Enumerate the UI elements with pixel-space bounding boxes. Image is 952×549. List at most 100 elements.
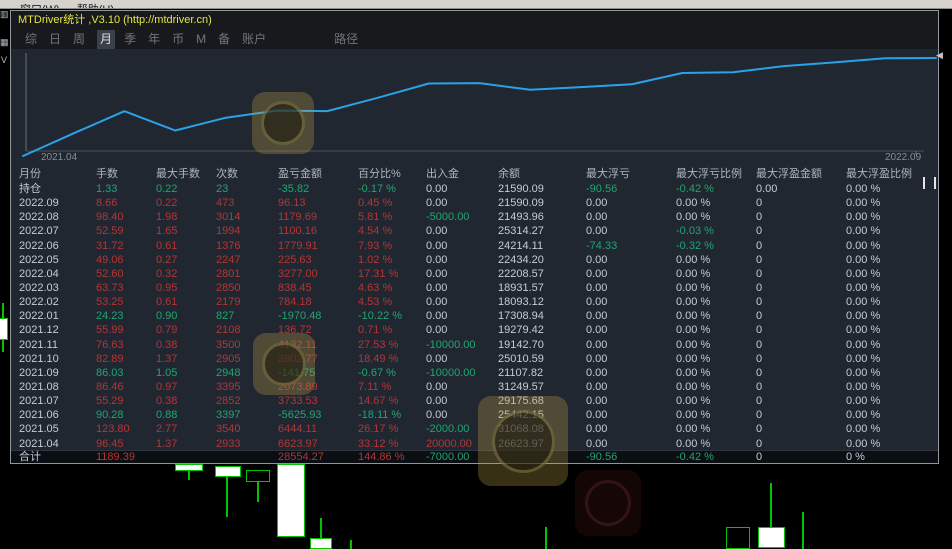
toolbar-item-备[interactable]: 备: [218, 30, 230, 49]
table-cell: 33.12 %: [358, 437, 399, 450]
table-cell: 0.95: [156, 281, 178, 294]
table-cell: -90.56: [586, 451, 618, 463]
table-cell: 2179: [216, 296, 241, 309]
table-row[interactable]: 2021.09 86.03 1.05 2948 -141.75 -0.67 % -10000…: [11, 366, 938, 380]
menu-item-help[interactable]: 帮助(H): [77, 3, 114, 8]
table-cell: 2801: [216, 267, 241, 280]
table-cell: 25314.27: [498, 225, 544, 238]
toolbar-item-月[interactable]: 月: [97, 30, 116, 49]
table-cell: 31068.08: [498, 423, 544, 436]
menubar: 窗口(W) 帮助(H): [0, 0, 952, 9]
table-row[interactable]: 2022.08 98.40 1.98 3014 1179.69 5.81 % -5000.0…: [11, 210, 938, 224]
table-cell: 1.05: [156, 366, 178, 379]
table-row[interactable]: 2022.07 52.59 1.65 1994 1100.16 4.54 % 0.00 253…: [11, 224, 938, 238]
table-row[interactable]: 2021.11 76.63 0.38 3500 4132.11 27.53 % -10000…: [11, 338, 938, 352]
table-cell: 0.00: [426, 267, 448, 280]
table-cell: 0.00: [586, 211, 608, 224]
table-cell: 0.00: [586, 395, 608, 408]
column-header: 余额: [498, 168, 520, 180]
table-cell: 0: [756, 324, 763, 337]
table-cell: 96.45: [96, 437, 124, 450]
table-row[interactable]: 2022.01 24.23 0.90 827 -1970.48 -10.22 % 0.00 1…: [11, 309, 938, 323]
table-cell: 7.93 %: [358, 239, 393, 252]
table-cell: 0: [756, 197, 763, 210]
table-row[interactable]: 2021.06 90.28 0.88 3397 -5625.93 -18.11 % 0.00…: [11, 408, 938, 422]
toolbar-item-综[interactable]: 综: [25, 30, 37, 49]
table-row[interactable]: 2021.04 96.45 1.37 2933 6623.97 33.12 % 20000.…: [11, 437, 938, 451]
table-row[interactable]: 2022.05 49.06 0.27 2247 225.63 1.02 % 0.00 2243…: [11, 253, 938, 267]
table-cell: 0.00: [426, 395, 448, 408]
table-cell: 55.99: [96, 324, 124, 337]
table-cell: 0: [756, 296, 763, 309]
toolbar-item-季[interactable]: 季: [124, 30, 136, 49]
table-cell: 19142.70: [498, 338, 544, 351]
table-cell: 0.00: [426, 281, 448, 294]
screen: 窗口(W) 帮助(H) ▥ ▦ V MTDriver统计 ,V3.10 (http:/…: [0, 0, 952, 549]
table-row[interactable]: 2021.10 82.89 1.37 2905 3902.77 18.49 % 0.00 25…: [11, 352, 938, 366]
table-cell: 0.00 %: [846, 239, 881, 252]
table-cell: 3277.00: [278, 267, 318, 280]
table-cell: 0.00: [586, 281, 608, 294]
table-row[interactable]: 2021.07 55.29 0.38 2852 3733.53 14.67 % 0.00 29…: [11, 394, 938, 408]
table-row[interactable]: 持仓 1.33 0.22 23 -35.82 -0.17 % 0.00 21590.09 -90…: [11, 182, 938, 196]
table-cell: 27.53 %: [358, 338, 399, 351]
table-cell: -2000.00: [426, 423, 470, 436]
table-cell: 21590.09: [498, 197, 544, 210]
table-row[interactable]: 2022.06 31.72 0.61 1376 1779.91 7.93 % 0.00 242…: [11, 239, 938, 253]
toolbar-item-年[interactable]: 年: [148, 30, 160, 49]
table-cell: 0.22: [156, 183, 178, 195]
table-cell: 0.00 %: [846, 267, 881, 280]
table-row[interactable]: 2021.05 123.80 2.77 3540 6444.11 26.17 % -2000…: [11, 422, 938, 436]
menu-item-window[interactable]: 窗口(W): [20, 3, 60, 8]
table-row[interactable]: 2021.12 55.99 0.79 2108 136.72 0.71 % 0.00 1927…: [11, 323, 938, 337]
table-cell: 3397: [216, 409, 241, 422]
table-cell: 0.61: [156, 296, 178, 309]
candle-wick: [350, 540, 352, 549]
table-cell: -0.03 %: [676, 225, 714, 238]
table-cell: 0.90: [156, 310, 178, 323]
candle-wick: [770, 483, 772, 527]
table-cell: 473: [216, 197, 235, 210]
column-header: 最大浮亏: [586, 168, 630, 180]
table-row[interactable]: 2022.04 52.60 0.32 2801 3277.00 17.31 % 0.00 22…: [11, 267, 938, 281]
table-row[interactable]: 2021.08 86.46 0.97 3395 2073.89 7.11 % 0.00 312…: [11, 380, 938, 394]
toolbar-item-日[interactable]: 日: [49, 30, 61, 49]
chart-icon: ▦: [0, 37, 9, 47]
table-cell: 18.49 %: [358, 352, 399, 365]
table-cell: 6623.97: [278, 437, 318, 450]
table-cell: 0.38: [156, 338, 178, 351]
table-cell: 4.63 %: [358, 281, 393, 294]
toolbar-item-M[interactable]: M: [196, 30, 206, 49]
table-cell: 8.66: [96, 197, 118, 210]
table-row[interactable]: 2022.09 8.66 0.22 473 96.13 0.45 % 0.00 21590.0…: [11, 196, 938, 210]
table-cell: -35.82: [278, 183, 310, 195]
table-row[interactable]: 2022.02 53.25 0.61 2179 784.18 4.53 % 0.00 1809…: [11, 295, 938, 309]
table-header-row: 月份 手数 最大手数 次数 盈亏金额 百分比% 出入金 余额 最大浮亏 最大浮亏比例 最大浮盈金额 最…: [11, 167, 938, 181]
window-title: MTDriver统计 ,V3.10 (http://mtdriver.cn): [18, 14, 212, 26]
table-cell: 0: [756, 380, 763, 393]
row-label: 2021.06: [19, 409, 59, 422]
table-cell: 0: [756, 338, 763, 351]
toolbar-item-币[interactable]: 币: [172, 30, 184, 49]
candle-body: [215, 466, 241, 477]
table-cell: 827: [216, 310, 235, 323]
table-cell: -10.22 %: [358, 310, 403, 323]
table-cell: 0.00 %: [846, 183, 881, 195]
scroll-left-arrow-icon[interactable]: ◀: [936, 50, 943, 61]
table-row[interactable]: 2022.03 63.73 0.95 2850 838.45 4.63 % 0.00 1893…: [11, 281, 938, 295]
toolbar-item-账户[interactable]: 账户: [242, 30, 266, 49]
row-label: 2022.03: [19, 281, 59, 294]
titlebar[interactable]: MTDriver统计 ,V3.10 (http://mtdriver.cn): [11, 11, 938, 30]
table-cell: 0: [756, 281, 763, 294]
table-cell: 96.13: [278, 197, 306, 210]
row-label: 2021.05: [19, 423, 59, 436]
table-cell: 1.98: [156, 211, 178, 224]
toolbar-item-周[interactable]: 周: [73, 30, 85, 49]
column-header: 最大手数: [156, 168, 200, 180]
column-header: 盈亏金额: [278, 168, 322, 180]
toolbar-path-label[interactable]: 路径: [334, 30, 358, 49]
table-cell: 86.03: [96, 366, 124, 379]
table-cell: 4.54 %: [358, 225, 393, 238]
column-header: 月份: [19, 168, 41, 180]
table-body: 持仓 1.33 0.22 23 -35.82 -0.17 % 0.00 21590.09 -90…: [11, 182, 938, 451]
